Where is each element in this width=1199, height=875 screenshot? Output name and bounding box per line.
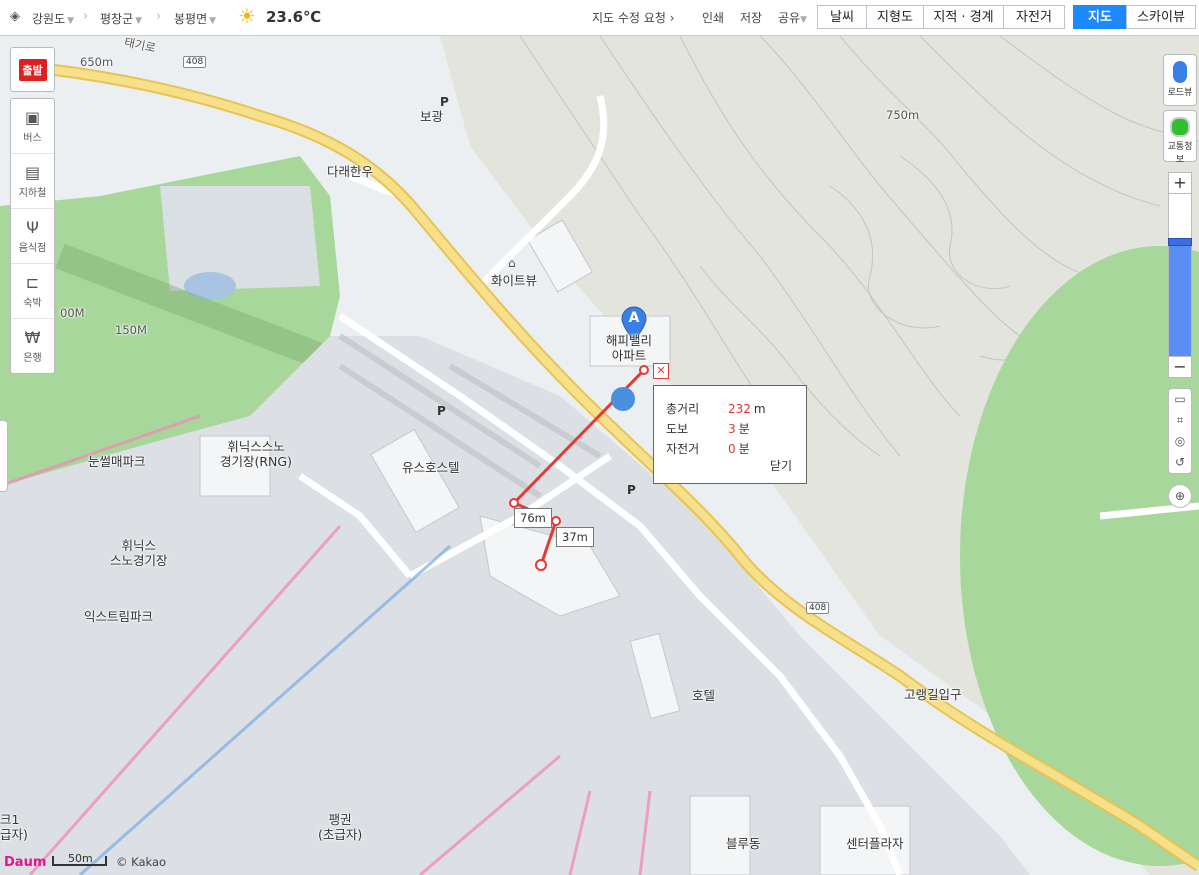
region-select-2[interactable]: 평창군 ▼ [100, 10, 142, 27]
region-select-1[interactable]: 강원도 ▼ [32, 10, 74, 27]
restaurant-icon: Ψ [26, 217, 39, 237]
area-icon[interactable]: ⌗ [1169, 410, 1191, 431]
poi-happyvalley-apartment[interactable]: 해피밸리 아파트 [606, 333, 652, 363]
contour-label-00: 00M [60, 306, 85, 320]
road-number-badge: 408 [806, 602, 830, 614]
poi-pyeonggwon[interactable]: 팽권 (초급자) [318, 812, 362, 842]
building-block [160, 186, 320, 291]
total-distance-row: 총거리 232 m [666, 402, 766, 416]
lodging-icon: ⌂ [508, 256, 516, 270]
weather-sun-icon: ☀ [238, 4, 256, 28]
region-select-3[interactable]: 봉평면 ▼ [174, 10, 216, 27]
overlay-weather-button[interactable]: 날씨 [817, 5, 867, 29]
print-button[interactable]: 인쇄 [702, 9, 724, 26]
zoom-control: + − [1168, 172, 1192, 378]
overlay-cadastral-button[interactable]: 지적 · 경계 [923, 5, 1004, 29]
right-toolbar: 로드뷰 교통정보 + − ▭ ⌗ ◎ ↺ ⊕ [1163, 54, 1197, 508]
parking-label: P [440, 95, 449, 109]
breadcrumb-separator: › [83, 9, 89, 24]
zoom-out-button[interactable]: − [1168, 356, 1192, 378]
overlay-bicycle-button[interactable]: 자전거 [1003, 5, 1065, 29]
overlay-terrain-button[interactable]: 지형도 [866, 5, 924, 29]
daum-logo[interactable]: Daum [4, 855, 46, 870]
segment-distance-1: 76m [514, 508, 552, 528]
reset-icon[interactable]: ↺ [1169, 452, 1191, 473]
map-type-skyview-button[interactable]: 스카이뷰 [1126, 5, 1196, 29]
scale-label: 50m [68, 852, 93, 865]
poi-blue-dong[interactable]: 블루동 [726, 836, 761, 851]
left-panel-toggle[interactable] [0, 420, 8, 492]
top-bar: ◈ 강원도 ▼ › 평창군 ▼ › 봉평면 ▼ ☀ 23.6℃ 지도 수정 요청 › … [0, 0, 1199, 36]
walk-time-row: 도보 3 분 [666, 422, 750, 436]
bus-icon: ▣ [24, 107, 41, 127]
contour-label-750: 750m [886, 108, 920, 122]
left-toolbar: 출발 ▣ 버스 ▤ 지하철 Ψ 음식점 ⊏ 숙박 ₩ 은행 [10, 47, 55, 374]
poi-goraengil-entrance[interactable]: 고랭길입구 [904, 687, 962, 702]
start-flag-icon: 출발 [18, 58, 47, 81]
map-footer: Daum 50m © Kakao [0, 852, 200, 874]
copyright: © Kakao [116, 855, 167, 869]
map-edit-request-link[interactable]: 지도 수정 요청 › [592, 9, 675, 26]
temperature: 23.6℃ [266, 8, 322, 26]
map-type-map-button[interactable]: 지도 [1073, 5, 1127, 29]
category-bus[interactable]: ▣ 버스 [11, 99, 54, 154]
share-button[interactable]: 공유▼ [778, 9, 807, 26]
zoom-track-upper[interactable] [1168, 194, 1192, 238]
parking-label: P [627, 483, 636, 497]
poi-slope-left[interactable]: 크1 급자) [0, 812, 28, 842]
start-button[interactable]: 출발 [10, 47, 55, 92]
zoom-in-button[interactable]: + [1168, 172, 1192, 194]
subway-icon: ▤ [24, 162, 41, 182]
category-bank[interactable]: ₩ 은행 [11, 319, 54, 373]
roadview-icon [1173, 61, 1187, 83]
traffic-button[interactable]: 교통정보 [1163, 110, 1197, 165]
poi-bogwang[interactable]: 보광 [420, 109, 443, 124]
traffic-light-icon [1170, 117, 1190, 137]
radius-icon[interactable]: ◎ [1169, 431, 1191, 452]
poi-rng-stadium[interactable]: 휘닉스스노 경기장(RNG) [220, 439, 292, 469]
category-list: ▣ 버스 ▤ 지하철 Ψ 음식점 ⊏ 숙박 ₩ 은행 [10, 98, 55, 374]
contour-label-650: 650m [80, 55, 114, 69]
road-number-badge: 408 [183, 56, 207, 68]
poi-snow-stadium[interactable]: 휘닉스 스노경기장 [110, 538, 168, 568]
poi-whiteview[interactable]: 화이트뷰 [491, 273, 537, 288]
distance-summary-popup: 총거리 232 m 도보 3 분 자전거 0 분 닫기 [653, 385, 807, 484]
poi-extreme-park[interactable]: 익스트림파크 [84, 609, 153, 624]
parking-label: P [437, 404, 446, 418]
poi-daraehanwoo[interactable]: 다래한우 [327, 164, 373, 179]
poi-hotel[interactable]: 호텔 [692, 688, 715, 703]
location-icon[interactable]: ◈ [10, 9, 20, 24]
close-button[interactable]: 닫기 [770, 457, 792, 474]
bike-time-row: 자전거 0 분 [666, 442, 750, 456]
measure-delete-icon[interactable]: ✕ [653, 363, 669, 379]
segment-distance-2: 37m [556, 527, 594, 547]
tool-group: ▭ ⌗ ◎ ↺ [1168, 388, 1192, 474]
category-subway[interactable]: ▤ 지하철 [11, 154, 54, 209]
bed-icon: ⊏ [25, 272, 40, 292]
zoom-track-lower[interactable] [1168, 246, 1192, 356]
bus-stop-marker [611, 387, 635, 411]
poi-center-plaza[interactable]: 센터플라자 [846, 836, 904, 851]
ruler-icon[interactable]: ▭ [1169, 389, 1191, 410]
roadview-button[interactable]: 로드뷰 [1163, 54, 1197, 106]
poi-snow-park[interactable]: 눈썰매파크 [88, 454, 146, 469]
save-button[interactable]: 저장 [740, 9, 762, 26]
breadcrumb-separator: › [156, 9, 162, 24]
bank-icon: ₩ [24, 327, 41, 347]
map-canvas[interactable]: A ✕ 76m 37m P 보광 다래한우 ⌂ 화이트뷰 해피밸리 아파트 P … [0, 35, 1199, 875]
zoom-slider-handle[interactable] [1168, 238, 1192, 246]
map-base [0, 36, 1199, 875]
category-restaurant[interactable]: Ψ 음식점 [11, 209, 54, 264]
category-lodging[interactable]: ⊏ 숙박 [11, 264, 54, 319]
contour-label-150: 150M [115, 323, 147, 337]
poi-youth-hostel[interactable]: 유스호스텔 [402, 460, 460, 475]
add-location-icon[interactable]: ⊕ [1168, 484, 1192, 508]
